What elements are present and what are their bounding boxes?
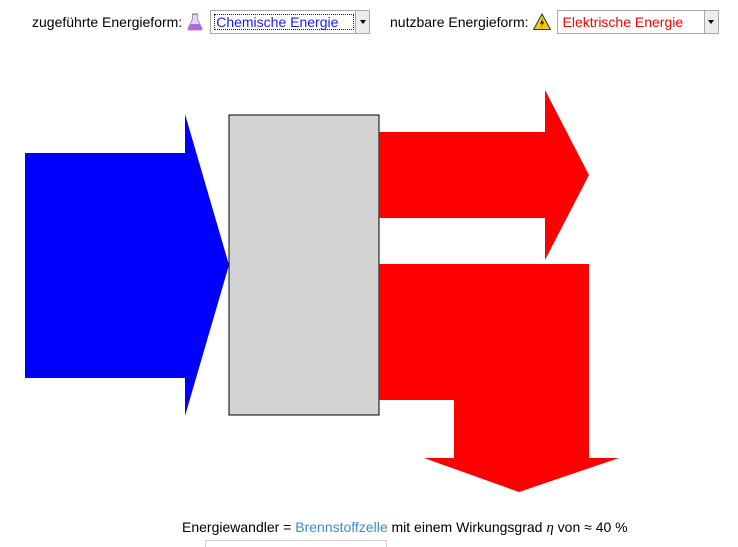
energy-converter-box bbox=[228, 114, 380, 416]
caption-suffix: von ≈ 40 % bbox=[553, 519, 628, 535]
energy-flow-diagram bbox=[25, 90, 619, 492]
caption-middle: mit einem Wirkungsgrad bbox=[387, 519, 547, 535]
details-box bbox=[205, 540, 387, 547]
converter-caption: Energiewandler = Brennstoffzelle mit ein… bbox=[182, 519, 628, 537]
useful-energy-arrow bbox=[379, 90, 589, 260]
device-link[interactable]: Brennstoffzelle bbox=[295, 519, 387, 535]
input-energy-arrow bbox=[25, 114, 229, 416]
loss-energy-arrow bbox=[379, 264, 619, 492]
efficiency-symbol: η bbox=[546, 520, 554, 536]
caption-prefix: Energiewandler = bbox=[182, 519, 296, 535]
